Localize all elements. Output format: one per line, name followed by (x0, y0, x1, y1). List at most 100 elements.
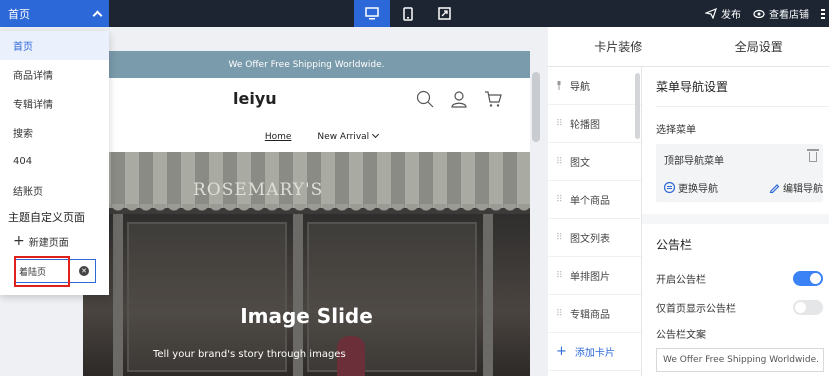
drag-handle-icon[interactable]: ⠿ (556, 157, 563, 167)
trash-icon[interactable] (807, 149, 819, 162)
page-selector[interactable]: 首页 (0, 0, 109, 27)
nav-new-arrival-label: New Arrival (317, 132, 370, 142)
card-item-label: 图文列表 (570, 234, 610, 245)
dropdown-item-search[interactable]: 搜索 (0, 118, 109, 147)
mobile-view-button[interactable] (390, 0, 426, 27)
drag-handle-icon[interactable]: ⠿ (556, 309, 563, 319)
user-icon[interactable] (450, 90, 468, 108)
dropdown-item-404[interactable]: 404 (0, 147, 109, 176)
store-nav: Home New Arrival (83, 122, 530, 152)
drag-handle-icon[interactable]: ⠿ (556, 233, 563, 243)
pencil-icon (769, 184, 780, 193)
new-page-button[interactable]: + 新建页面 (0, 229, 109, 253)
announcement-text-input[interactable]: We Offer Free Shipping Worldwide. (656, 348, 824, 372)
announcement-text-label: 公告栏文案 (656, 330, 706, 341)
expand-icon (437, 7, 451, 20)
card-item-carousel[interactable]: ⠿ 轮播图 (548, 105, 641, 143)
awning-edge (83, 204, 530, 214)
card-item-image-text[interactable]: ⠿ 图文 (548, 143, 641, 181)
view-store-label: 查看店铺 (769, 10, 809, 21)
drag-handle-icon[interactable]: ⠿ (556, 271, 563, 281)
dropdown-item-checkout[interactable]: 结账页 (0, 176, 109, 205)
card-item-collection-products[interactable]: ⠿ 专辑商品 (548, 295, 641, 333)
image-slide[interactable]: ROSEMARY'S Image Slide Tell your brand's… (83, 152, 530, 376)
card-item-label: 图文 (570, 158, 590, 169)
new-page-label: 新建页面 (28, 237, 69, 249)
shop-sign-text: ROSEMARY'S (193, 180, 324, 200)
card-list: 导航 ⠿ 轮播图 ⠿ 图文 ⠿ 单个商品 ⠿ 图文列表 ⠿ 单排图片 ⠿ 专辑商品 + 添加卡… (548, 67, 642, 376)
chevron-down-icon (372, 130, 380, 139)
hero-subtitle: Tell your brand's story through images (153, 349, 346, 360)
card-item-label: 单排图片 (570, 272, 610, 283)
preview-scrollbar[interactable] (532, 72, 540, 142)
eye-icon (753, 9, 765, 18)
edit-nav-label: 编辑导航 (783, 184, 823, 195)
publish-label: 发布 (721, 10, 741, 21)
view-store-button[interactable]: 查看店铺 (753, 6, 809, 21)
home-only-label: 仅首页显示公告栏 (656, 304, 736, 315)
pillar (483, 214, 493, 376)
settings-panel: 菜单导航设置 选择菜单 顶部导航菜单 更换导航 编辑导航 公告栏 开启公告栏 仅… (642, 67, 829, 376)
pillar (113, 214, 123, 376)
add-card-label: 添加卡片 (574, 348, 615, 359)
card-item-image-text-list[interactable]: ⠿ 图文列表 (548, 219, 641, 257)
search-icon[interactable] (416, 90, 434, 108)
custom-pages-heading: 主题自定义页面 (8, 211, 85, 224)
selected-menu-box: 顶部导航菜单 更换导航 编辑导航 (656, 144, 823, 202)
toggle-knob (810, 273, 821, 284)
card-item-label: 专辑商品 (570, 310, 610, 321)
selected-menu-name: 顶部导航菜单 (664, 156, 724, 167)
send-icon (705, 8, 717, 19)
settings-title: 菜单导航设置 (656, 67, 829, 107)
drag-handle-icon[interactable]: ⠿ (556, 119, 563, 129)
add-card-button[interactable]: + 添加卡片 (548, 333, 641, 371)
switch-nav-button[interactable]: 更换导航 (664, 180, 718, 195)
more-menu-icon[interactable] (821, 8, 825, 20)
nav-home-link[interactable]: Home (265, 132, 292, 142)
dropdown-item-collection-detail[interactable]: 专辑详情 (0, 89, 109, 118)
enable-announcement-row: 开启公告栏 (656, 264, 829, 293)
announcement-text: We Offer Free Shipping Worldwide. (228, 59, 385, 70)
publish-button[interactable]: 发布 (705, 6, 741, 21)
card-item-nav[interactable]: 导航 (548, 67, 641, 105)
announcement-bar[interactable]: We Offer Free Shipping Worldwide. (83, 51, 530, 78)
dropdown-item-home[interactable]: 首页 (0, 31, 109, 60)
store-preview: We Offer Free Shipping Worldwide. leiyu … (83, 51, 530, 376)
edit-nav-button[interactable]: 编辑导航 (769, 180, 823, 195)
card-item-single-product[interactable]: ⠿ 单个商品 (548, 181, 641, 219)
home-only-row: 仅首页显示公告栏 (656, 293, 829, 322)
page-selector-label: 首页 (8, 7, 30, 21)
pin-icon (557, 81, 561, 90)
new-page-name-input[interactable]: 着陆页 ✕ (14, 259, 96, 283)
clear-input-icon[interactable]: ✕ (79, 266, 89, 276)
card-list-scrollbar[interactable] (635, 73, 640, 139)
menu-actions: 更换导航 编辑导航 (664, 180, 823, 195)
switch-nav-label: 更换导航 (678, 184, 718, 195)
home-only-toggle[interactable] (793, 300, 823, 315)
tab-card-design[interactable]: 卡片装修 (548, 27, 689, 66)
drag-handle-icon[interactable]: ⠿ (556, 195, 563, 205)
top-bar: 首页 发布 查看店铺 (0, 0, 829, 27)
tab-global-settings[interactable]: 全局设置 (689, 27, 829, 66)
store-header: leiyu (83, 78, 530, 122)
nav-new-arrival[interactable]: New Arrival (317, 130, 380, 142)
store-logo[interactable]: leiyu (233, 89, 277, 108)
dropdown-item-product-detail[interactable]: 商品详情 (0, 60, 109, 89)
announcement-text-value: We Offer Free Shipping Worldwide. (663, 355, 819, 365)
card-item-image-row[interactable]: ⠿ 单排图片 (548, 257, 641, 295)
enable-announcement-toggle[interactable] (793, 271, 823, 286)
top-actions: 发布 查看店铺 (705, 0, 829, 27)
panel-tabs: 卡片装修 全局设置 (548, 27, 829, 67)
plus-icon: + (13, 233, 25, 249)
header-icons (416, 90, 502, 108)
card-item-label: 导航 (570, 82, 590, 93)
hero-title: Image Slide (240, 304, 373, 328)
right-panel: 卡片装修 全局设置 导航 ⠿ 轮播图 ⠿ 图文 ⠿ 单个商品 ⠿ 图文列表 ⠿ 单排图片 … (548, 27, 829, 376)
chevron-up-icon (92, 10, 103, 21)
desktop-icon (365, 7, 379, 20)
new-page-input-value: 着陆页 (19, 267, 47, 278)
desktop-view-button[interactable] (354, 0, 390, 27)
cart-icon[interactable] (484, 90, 502, 108)
page-dropdown-menu: 首页 商品详情 专辑详情 搜索 404 结账页 主题自定义页面 + 新建页面 着… (0, 31, 109, 295)
fullscreen-button[interactable] (426, 0, 462, 27)
